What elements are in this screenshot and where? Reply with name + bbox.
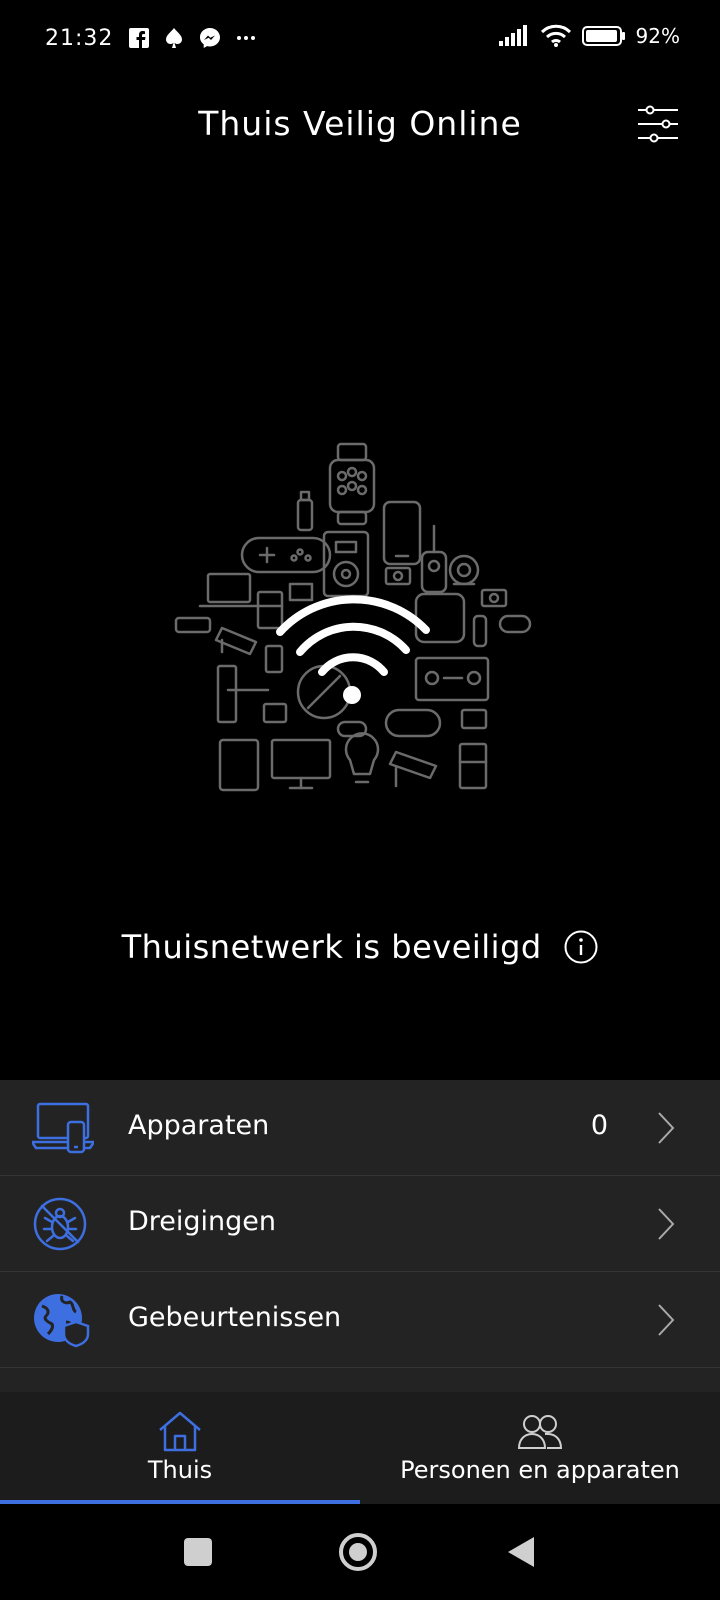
page-title: Thuis Veilig Online (198, 104, 522, 143)
list-item-label: Apparaten (128, 1110, 270, 1141)
tab-label: Personen en apparaten (400, 1456, 680, 1484)
system-navigation-bar (0, 1504, 720, 1600)
chevron-right-icon (658, 1304, 675, 1336)
home-icon (159, 1411, 201, 1452)
status-time: 21:32 (45, 26, 114, 51)
bottom-navigation: Thuis Personen en apparaten (0, 1392, 720, 1504)
spade-icon (166, 28, 182, 48)
list-item-dreigingen[interactable]: Dreigingen (0, 1176, 720, 1272)
list-item-gebeurtenissen[interactable]: Gebeurtenissen (0, 1272, 720, 1368)
battery-icon (581, 26, 625, 46)
messenger-icon (200, 28, 220, 48)
back-triangle-icon (508, 1537, 534, 1567)
list-item-label: Gebeurtenissen (128, 1302, 342, 1333)
list-item-apparaten[interactable]: Apparaten 0 (0, 1080, 720, 1176)
overview-list: Apparaten 0 Dreigingen Gebeurtenissen (0, 1080, 720, 1392)
list-item-label: Dreigingen (128, 1206, 277, 1237)
tab-personen-en-apparaten[interactable]: Personen en apparaten (360, 1392, 720, 1504)
notification-icons (128, 26, 258, 50)
circle-icon (339, 1533, 377, 1571)
home-network-illustration (170, 440, 540, 810)
no-bug-icon (32, 1196, 94, 1252)
info-button[interactable] (564, 930, 598, 964)
app-header: Thuis Veilig Online (0, 90, 720, 160)
status-bar: 21:32 92% (0, 0, 720, 80)
battery-percent: 92% (635, 24, 680, 48)
back-button[interactable] (502, 1532, 542, 1572)
globe-shield-icon (32, 1292, 94, 1348)
network-status-text: Thuisnetwerk is beveiligd (121, 928, 542, 966)
device-count: 0 (590, 1110, 608, 1141)
network-status: Thuisnetwerk is beveiligd (0, 926, 720, 966)
square-icon (184, 1538, 212, 1566)
chevron-right-icon (658, 1112, 675, 1144)
tab-thuis[interactable]: Thuis (0, 1392, 360, 1504)
recents-button[interactable] (178, 1532, 218, 1572)
devices-icon (30, 1100, 96, 1156)
facebook-icon (129, 28, 149, 48)
filter-settings-button[interactable] (636, 102, 680, 146)
people-icon (517, 1415, 563, 1449)
signal-icon (498, 25, 527, 46)
more-icon (237, 36, 255, 40)
tab-label: Thuis (147, 1456, 213, 1484)
house-devices-icon (174, 442, 532, 792)
info-icon (564, 930, 598, 964)
chevron-right-icon (658, 1208, 675, 1240)
wifi-icon (540, 24, 571, 47)
home-button[interactable] (338, 1532, 378, 1572)
system-status-icons: 92% (498, 24, 680, 48)
sliders-icon (638, 105, 678, 143)
